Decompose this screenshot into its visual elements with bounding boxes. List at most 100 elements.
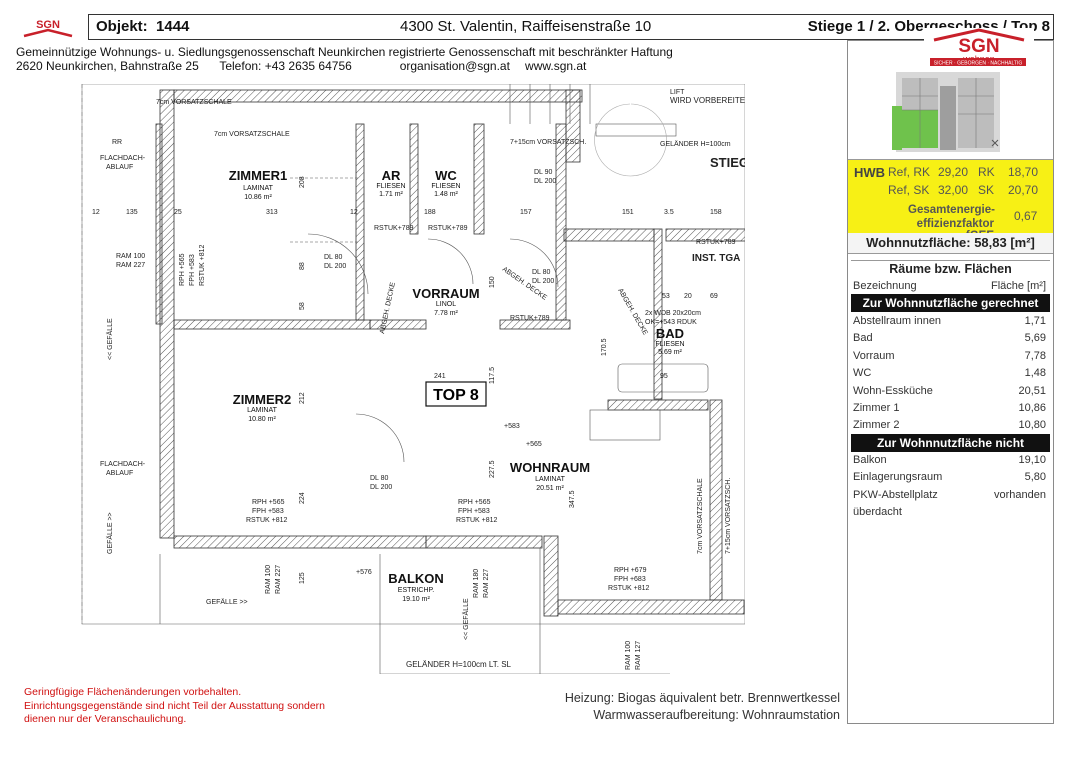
svg-text:+565: +565 <box>526 441 542 448</box>
svg-text:FPH +583: FPH +583 <box>458 508 490 515</box>
svg-text:RSTUK +812: RSTUK +812 <box>199 244 206 286</box>
hot-water-text: Warmwasseraufbereitung: Wohnraumstation <box>593 708 840 722</box>
room-area: 20,51 <box>1018 384 1046 397</box>
room-area-bad: 5.69 m² <box>658 349 682 356</box>
table-row: WC 1,48 <box>851 365 1050 382</box>
svg-text:208: 208 <box>299 176 306 188</box>
table-row: Einlagerungsraum 5,80 <box>851 469 1050 486</box>
svg-text:241: 241 <box>434 373 446 380</box>
room-area-vorraum: 7.78 m² <box>434 310 458 317</box>
cooperative-address: 2620 Neunkirchen, Bahnstraße 25 <box>16 59 199 73</box>
room-area-zimmer1: 10.86 m² <box>244 194 272 201</box>
table-row: Wohn-Essküche 20,51 <box>851 383 1050 400</box>
fgee-value: 0,67 <box>1014 209 1038 223</box>
svg-text:ABLAUF: ABLAUF <box>106 164 133 171</box>
room-name-zimmer2: ZIMMER2 <box>233 392 292 407</box>
building-thumbnail <box>888 66 1008 158</box>
col-area-header: Fläche [m²] <box>990 280 1046 292</box>
property-address: 4300 St. Valentin, Raiffeisenstraße 10 <box>400 18 652 35</box>
table-row: PKW-Abstellplatz vorhanden <box>851 487 1050 504</box>
svg-text:+576: +576 <box>356 569 372 576</box>
svg-text:7cm VORSATZSCHALE: 7cm VORSATZSCHALE <box>156 99 232 106</box>
svg-text:RSTUK+789: RSTUK+789 <box>510 315 550 322</box>
svg-text:FPH +583: FPH +583 <box>252 508 284 515</box>
energy-box: HWB Ref, RK 29,20 RK 18,70 Ref, SK 32,00… <box>848 159 1053 242</box>
svg-text:DL 200: DL 200 <box>532 278 554 285</box>
svg-text:212: 212 <box>299 392 306 404</box>
svg-text:RSTUK+789: RSTUK+789 <box>374 225 414 232</box>
ref-rk-label: Ref, RK <box>888 165 931 179</box>
svg-text:DL 80: DL 80 <box>324 254 343 261</box>
svg-text:135: 135 <box>126 209 138 216</box>
svg-text:RAM 100: RAM 100 <box>625 641 632 670</box>
svg-text:7+15cm VORSATZSCH.: 7+15cm VORSATZSCH. <box>510 139 586 146</box>
svg-text:GELÄNDER H=100cm LT. SL: GELÄNDER H=100cm LT. SL <box>406 660 512 669</box>
room-name: Einlagerungsraum <box>853 471 943 484</box>
svg-text:RAM 127: RAM 127 <box>635 641 642 670</box>
cooperative-info: Gemeinnützige Wohnungs- u. Siedlungsgeno… <box>16 45 673 73</box>
svg-text:125: 125 <box>299 572 306 584</box>
svg-text:170.5: 170.5 <box>601 338 608 356</box>
room-name: Vorraum <box>853 349 895 362</box>
room-area: 10,86 <box>1018 402 1046 414</box>
svg-text:227.5: 227.5 <box>489 460 496 478</box>
cooperative-phone: Telefon: +43 2635 64756 <box>219 59 352 73</box>
svg-text:7cm VORSATZSCHALE: 7cm VORSATZSCHALE <box>697 478 704 554</box>
room-name: Zimmer 1 <box>853 402 900 414</box>
room-name: WC <box>853 367 872 380</box>
svg-text:RAM 100: RAM 100 <box>265 565 272 594</box>
svg-text:DL 80: DL 80 <box>370 475 389 482</box>
table-row: überdacht <box>851 504 1050 521</box>
room-name-zimmer1: ZIMMER1 <box>229 168 288 183</box>
svg-text:RAM 227: RAM 227 <box>483 569 490 598</box>
svg-text:<< GEFÄLLE: << GEFÄLLE <box>462 598 470 640</box>
svg-text:RAM 227: RAM 227 <box>275 565 282 594</box>
svg-text:WIRD VORBEREITET: WIRD VORBEREITET <box>670 96 745 105</box>
floor-plan: ZIMMER1 LAMINAT 10.86 m² AR FLIESEN 1.71… <box>81 84 745 674</box>
svg-text:RPH +565: RPH +565 <box>179 253 186 286</box>
section-counted: Zur Wohnnutzfläche gerechnet <box>851 294 1050 312</box>
svg-text:RSTUK +812: RSTUK +812 <box>608 585 650 592</box>
svg-text:88: 88 <box>299 262 306 270</box>
room-name-wc: WC <box>435 168 457 183</box>
svg-text:157: 157 <box>520 209 532 216</box>
section-not-counted: Zur Wohnnutzfläche nicht gerechnet <box>851 434 1050 468</box>
svg-text:3.5: 3.5 <box>664 209 674 216</box>
svg-text:2x WDB 20x20cm: 2x WDB 20x20cm <box>645 310 701 317</box>
svg-text:<< GEFÄLLE: << GEFÄLLE <box>106 318 114 360</box>
room-floor-vorraum: LINOL <box>436 301 456 308</box>
room-floor-bad: FLIESEN <box>655 341 684 348</box>
svg-text:RAM 227: RAM 227 <box>116 262 145 269</box>
svg-text:DL 90: DL 90 <box>534 169 553 176</box>
room-name: PKW-Abstellplatz <box>853 488 938 501</box>
cooperative-web: www.sgn.at <box>525 59 587 73</box>
cooperative-name: Gemeinnützige Wohnungs- u. Siedlungsgeno… <box>16 45 673 59</box>
object-number: 1444 <box>156 18 190 35</box>
svg-text:INST. TGA: INST. TGA <box>692 253 740 264</box>
room-floor-zimmer2: LAMINAT <box>247 407 278 414</box>
svg-text:12: 12 <box>350 209 358 216</box>
room-area: 1,48 <box>1024 367 1046 380</box>
svg-text:+583: +583 <box>504 423 520 430</box>
table-row: Bad 5,69 <box>851 330 1050 347</box>
rooms-table-title: Räume bzw. Flächen <box>889 262 1012 276</box>
svg-text:FLACHDACH-: FLACHDACH- <box>100 461 146 468</box>
room-name: Wohn-Essküche <box>853 384 933 397</box>
svg-text:151: 151 <box>622 209 634 216</box>
room-floor-wc: FLIESEN <box>431 183 460 190</box>
heating-text: Heizung: Biogas äquivalent betr. Brennwe… <box>564 691 840 705</box>
room-area: 5,80 <box>1024 471 1046 484</box>
svg-text:95: 95 <box>660 373 668 380</box>
svg-text:25: 25 <box>174 209 182 216</box>
svg-text:LIFT: LIFT <box>670 89 685 96</box>
svg-text:58: 58 <box>299 302 306 310</box>
room-name-bad: BAD <box>656 326 684 341</box>
room-area-zimmer2: 10.80 m² <box>248 416 276 423</box>
svg-text:GEFÄLLE >>: GEFÄLLE >> <box>206 598 248 606</box>
svg-text:FPH +683: FPH +683 <box>614 576 646 583</box>
room-floor-zimmer1: LAMINAT <box>243 185 274 192</box>
svg-text:GEFÄLLE >>: GEFÄLLE >> <box>106 512 114 554</box>
cooperative-email: organisation@sgn.at <box>399 59 510 73</box>
room-area-wohnraum: 20.51 m² <box>536 485 564 492</box>
svg-text:RSTUK+789: RSTUK+789 <box>428 225 468 232</box>
